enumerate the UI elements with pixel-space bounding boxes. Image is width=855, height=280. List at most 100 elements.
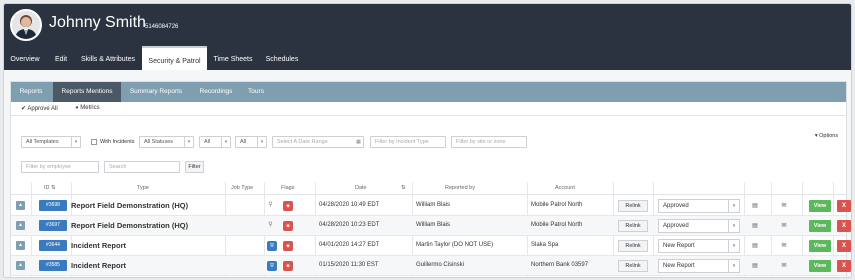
sort-icon: ⇅ [51, 185, 56, 191]
shield-icon: ⛨ [267, 261, 277, 271]
reported-by: Martin Taylor (DO NOT USE) [416, 242, 494, 248]
employee-input[interactable]: Filter by employee [21, 161, 99, 173]
filter-button[interactable]: Filter [185, 161, 204, 173]
delete-button[interactable]: X [837, 260, 851, 272]
filter-all-select-1[interactable]: All ▾ [199, 136, 231, 148]
subtab-reports-mentions[interactable]: Reports Mentions [53, 82, 121, 102]
site-zone-input[interactable]: Filter by site or zone [451, 136, 527, 148]
tag-icon: ◈ [283, 221, 293, 231]
expand-row-icon[interactable]: ▲ [16, 261, 25, 270]
view-button[interactable]: View [809, 200, 831, 212]
reported-by: William Blais [416, 202, 451, 208]
user-name: Johnny Smith [49, 14, 146, 31]
tag-icon: ◈ [283, 261, 293, 271]
view-button[interactable]: View [809, 240, 831, 252]
chevron-down-icon: ▾ [71, 137, 80, 147]
report-date: 04/28/2020 10:23 EDT [319, 222, 380, 228]
expand-row-icon[interactable]: ▲ [16, 241, 25, 250]
table-header: ID ⇅ Type Job Type Flags Date ⇅ Reported… [11, 182, 846, 195]
report-date: 04/28/2020 10:49 EDT [319, 202, 380, 208]
delete-button[interactable]: X [837, 220, 851, 232]
status-select[interactable]: New Report ▾ [658, 259, 740, 273]
status-select[interactable]: New Report ▾ [658, 239, 740, 253]
incident-type-input[interactable]: Filter by Incident Type [370, 136, 446, 148]
col-id[interactable]: ID ⇅ [44, 185, 56, 191]
tab-security-patrol[interactable]: Security & Patrol [142, 46, 207, 70]
subtab-recordings[interactable]: Recordings [191, 82, 241, 102]
statuses-select[interactable]: All Statuses ▾ [139, 136, 194, 148]
report-id-badge[interactable]: #3697 [39, 220, 67, 231]
col-type[interactable]: Type [137, 185, 149, 191]
account: Northern Bank 03597 [531, 262, 589, 268]
approve-all-label: Approve All [27, 106, 58, 112]
table-row: ▲ #3644 Incident Report ⛨ ◈ 04/01/2020 1… [11, 236, 851, 256]
view-button[interactable]: View [809, 260, 831, 272]
report-id-badge[interactable]: #3644 [39, 240, 67, 251]
document-icon[interactable]: ▤ [750, 221, 760, 231]
tab-schedules[interactable]: Schedules [260, 46, 304, 70]
chevron-down-icon: ▾ [728, 220, 739, 232]
templates-select[interactable]: All Templates ▾ [21, 136, 81, 148]
tab-time-sheets[interactable]: Time Sheets [210, 46, 256, 70]
status-select[interactable]: Approved ▾ [658, 199, 740, 213]
chevron-down-icon: ▾ [257, 137, 266, 147]
envelope-icon[interactable]: ✉ [779, 261, 789, 271]
tab-skills-attributes[interactable]: Skills & Attributes [77, 46, 139, 70]
expand-row-icon[interactable]: ▲ [16, 201, 25, 210]
tag-icon: ◈ [283, 201, 293, 211]
caret-down-icon: ▾ [814, 133, 818, 139]
profile-header: Johnny Smith 5146084726 [4, 4, 851, 46]
main-tabs: Overview Edit Skills & Attributes Securi… [4, 46, 851, 70]
expand-row-icon[interactable]: ▲ [16, 221, 25, 230]
subtab-summary-reports[interactable]: Summary Reports [123, 82, 189, 102]
report-type: Incident Report [71, 241, 127, 250]
reports-panel: Reports Reports Mentions Summary Reports… [10, 81, 851, 277]
relink-button[interactable]: Relink [618, 200, 648, 212]
document-icon[interactable]: ▤ [750, 201, 760, 211]
report-type: Report Field Demonstration (HQ) [71, 221, 189, 230]
chevron-down-icon: ▾ [728, 260, 739, 272]
envelope-icon[interactable]: ✉ [779, 201, 789, 211]
tag-icon: ◈ [283, 241, 293, 251]
view-button[interactable]: View [809, 220, 831, 232]
document-icon[interactable]: ▤ [750, 261, 760, 271]
col-job-type[interactable]: Job Type [231, 185, 253, 191]
col-date[interactable]: Date [355, 185, 367, 191]
user-id: 5146084726 [145, 24, 179, 30]
envelope-icon[interactable]: ✉ [779, 241, 789, 251]
col-flags[interactable]: Flags [281, 185, 294, 191]
table-row: ▲ #3697 Report Field Demonstration (HQ) … [11, 216, 851, 236]
approve-all-button[interactable]: ✔ Approve All [21, 105, 58, 112]
report-date: 01/15/2020 11:30 EST [319, 262, 379, 268]
subtab-reports[interactable]: Reports [11, 82, 51, 102]
calendar-icon: ▦ [356, 139, 361, 145]
report-id-badge[interactable]: #3698 [39, 200, 67, 211]
search-input[interactable]: Search [104, 161, 180, 173]
col-reported-by[interactable]: Reported by [445, 185, 475, 191]
relink-button[interactable]: Relink [618, 260, 648, 272]
metrics-label: Metrics [80, 105, 100, 111]
document-icon[interactable]: ▤ [750, 241, 760, 251]
table-row: ▲ #3698 Report Field Demonstration (HQ) … [11, 196, 851, 216]
sort-icon[interactable]: ⇅ [401, 185, 406, 191]
with-incidents-checkbox[interactable] [91, 139, 97, 145]
report-id-badge[interactable]: #3585 [39, 260, 67, 271]
delete-button[interactable]: X [837, 200, 851, 212]
report-type: Incident Report [71, 261, 127, 270]
reported-by: Guillermo Cisinski [416, 262, 465, 268]
filter-all-select-2[interactable]: All ▾ [235, 136, 267, 148]
tab-overview[interactable]: Overview [4, 46, 46, 70]
col-account[interactable]: Account [555, 185, 575, 191]
relink-button[interactable]: Relink [618, 220, 648, 232]
table-row: ▲ #3585 Incident Report ⛨ ◈ 01/15/2020 1… [11, 256, 851, 276]
metrics-button[interactable]: ◕ Metrics [75, 105, 100, 111]
delete-button[interactable]: X [837, 240, 851, 252]
date-range-input[interactable]: Select A Date Range ▦ [272, 136, 364, 148]
subtab-tours[interactable]: Tours [243, 82, 269, 102]
location-pin-icon: ⚲ [268, 202, 273, 208]
envelope-icon[interactable]: ✉ [779, 221, 789, 231]
tab-edit[interactable]: Edit [49, 46, 73, 70]
options-button[interactable]: ▾ Options [811, 131, 842, 143]
status-select[interactable]: Approved ▾ [658, 219, 740, 233]
relink-button[interactable]: Relink [618, 240, 648, 252]
